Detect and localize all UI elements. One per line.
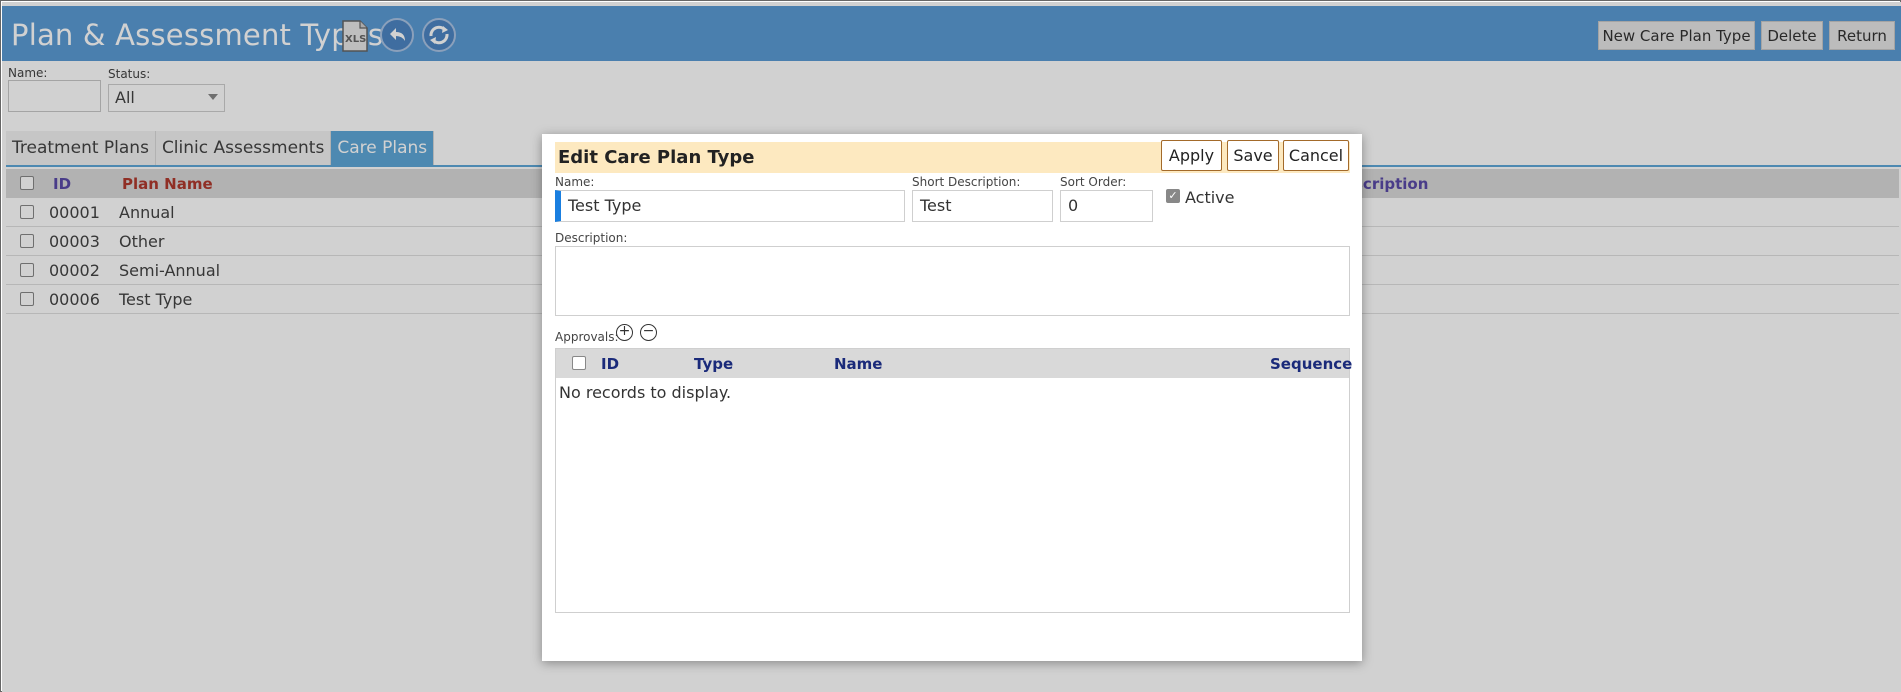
remove-approval-icon[interactable]: −: [640, 324, 657, 341]
active-label: Active: [1185, 188, 1235, 207]
sort-order-field[interactable]: 0: [1060, 190, 1153, 222]
short-description-field[interactable]: Test: [912, 190, 1053, 222]
dialog-title: Edit Care Plan Type: [558, 147, 755, 168]
approvals-grid-header: ID Type Name Sequence: [556, 349, 1352, 378]
save-button[interactable]: Save: [1227, 140, 1279, 171]
active-checkbox[interactable]: ✓: [1166, 189, 1180, 203]
approvals-column-name[interactable]: Name: [834, 355, 882, 373]
approvals-column-id[interactable]: ID: [601, 355, 619, 373]
sort-order-label: Sort Order:: [1060, 175, 1127, 189]
name-field[interactable]: Test Type: [555, 190, 905, 222]
approvals-column-type[interactable]: Type: [694, 355, 733, 373]
app-window: Plan & Assessment Types XLS New Care Pla…: [2, 2, 1901, 692]
add-approval-icon[interactable]: +: [616, 324, 633, 341]
approvals-label: Approvals:: [555, 330, 619, 344]
approvals-grid: ID Type Name Sequence No records to disp…: [555, 348, 1352, 613]
short-description-label: Short Description:: [912, 175, 1021, 189]
apply-button[interactable]: Apply: [1161, 140, 1222, 171]
approvals-empty-message: No records to display.: [559, 383, 732, 402]
description-field[interactable]: [555, 246, 1350, 316]
approvals-select-all-checkbox[interactable]: [572, 356, 586, 370]
name-field-label: Name:: [555, 175, 595, 189]
description-label: Description:: [555, 231, 628, 245]
edit-care-plan-type-dialog: Edit Care Plan Type Apply Save Cancel Na…: [542, 134, 1362, 661]
cancel-button[interactable]: Cancel: [1283, 140, 1349, 171]
approvals-column-sequence[interactable]: Sequence: [1270, 355, 1352, 373]
